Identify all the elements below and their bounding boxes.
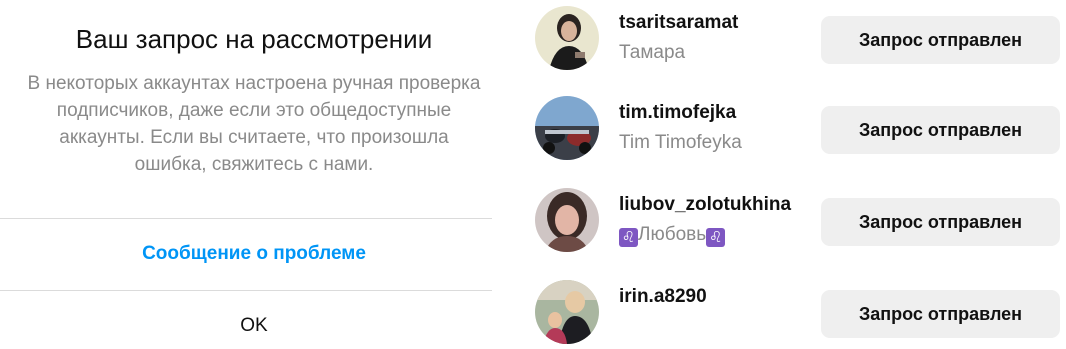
dialog-title: Ваш запрос на рассмотрении (75, 24, 433, 54)
report-problem-button[interactable]: Сообщение о проблеме (0, 243, 508, 265)
divider (0, 218, 492, 219)
full-name: ♌ Любовь ♌ (619, 224, 726, 247)
avatar[interactable] (535, 6, 599, 70)
request-sent-button[interactable]: Запрос отправлен (821, 16, 1060, 64)
list-item: tim.timofejka Tim Timofeyka Запрос отпра… (533, 92, 1066, 162)
list-item: tsaritsaramat Тамара Запрос отправлен (533, 2, 1066, 72)
avatar[interactable] (535, 96, 599, 160)
full-name: Тамара (619, 42, 686, 63)
full-name: Tim Timofeyka (619, 132, 742, 153)
full-name-text: Любовь (638, 224, 707, 245)
dialog-message: В некоторых аккаунтах настроена ручная п… (27, 73, 481, 175)
request-sent-button[interactable]: Запрос отправлен (821, 106, 1060, 154)
divider (0, 290, 492, 291)
leo-sign-icon: ♌ (706, 228, 726, 247)
list-item: liubov_zolotukhina ♌ Любовь ♌ Запрос отпра… (533, 184, 1066, 254)
request-sent-button[interactable]: Запрос отправлен (821, 290, 1060, 338)
leo-sign-icon: ♌ (619, 228, 638, 247)
username[interactable]: tsaritsaramat (619, 12, 738, 34)
username[interactable]: liubov_zolotukhina (619, 194, 791, 216)
ok-button[interactable]: OK (0, 315, 508, 337)
request-sent-button[interactable]: Запрос отправлен (821, 198, 1060, 246)
request-pending-dialog: Ваш запрос на рассмотрении В некоторых а… (0, 0, 508, 349)
username[interactable]: irin.a8290 (619, 286, 707, 308)
avatar[interactable] (535, 280, 599, 344)
list-item: irin.a8290 Запрос отправлен (533, 276, 1066, 346)
avatar[interactable] (535, 188, 599, 252)
username[interactable]: tim.timofejka (619, 102, 736, 124)
